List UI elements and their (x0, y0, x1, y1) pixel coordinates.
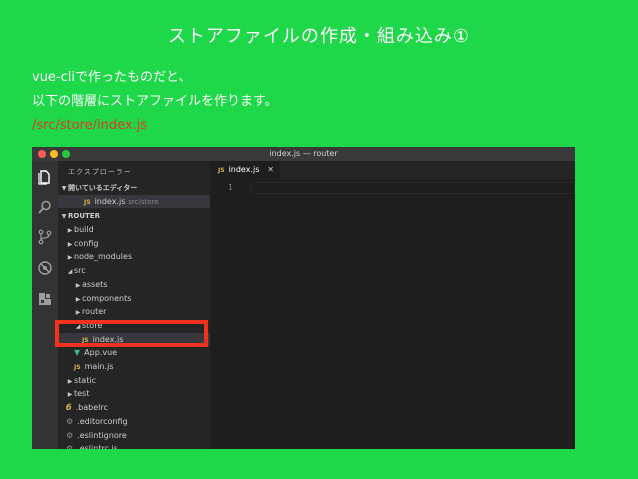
js-file-icon: JS (84, 199, 91, 206)
tree-item-app-vue[interactable]: ▼ App.vue (58, 346, 210, 359)
tree-item-label: static (74, 375, 96, 385)
search-icon[interactable] (37, 199, 53, 215)
tree-item-main-js[interactable]: JS main.js (58, 360, 210, 373)
tree-item-label: .eslintrc.js (77, 444, 118, 449)
tree-item-label: .babelrc (75, 403, 108, 413)
tab-label: index.js (228, 165, 260, 174)
tree-item-label: router (82, 307, 107, 317)
chevron-right-icon: ▶ (75, 309, 81, 317)
description-line-1: vue-cliで作ったものだと、 (32, 70, 192, 85)
tree-item-assets[interactable]: ▶ assets (58, 278, 210, 291)
vue-file-icon: ▼ (74, 348, 81, 358)
tree-item-babelrc[interactable]: б .babelrc (58, 401, 210, 414)
tree-item-label: build (74, 225, 94, 234)
gear-icon: ⚙ (66, 430, 74, 440)
tree-item-label: main.js (84, 362, 114, 371)
tree-item-router[interactable]: ▶ router (58, 305, 210, 318)
chevron-right-icon: ▶ (67, 227, 73, 234)
tree-item-test[interactable]: ▶ test (58, 387, 210, 400)
tree-item-label: assets (82, 279, 108, 289)
slide-description: vue-cliで作ったものだと、 以下の階層にストアファイルを作ります。 /sr… (32, 66, 278, 138)
tree-item-src[interactable]: ◢ src (58, 264, 210, 277)
tree-item-components[interactable]: ▶ components (58, 292, 210, 305)
tree-item-label: .eslintignore (77, 430, 127, 440)
activity-bar (32, 161, 58, 449)
tab-index-js[interactable]: JS index.js ✕ (210, 161, 280, 179)
window-title: index.js — router (269, 149, 338, 158)
tree-item-eslintignore[interactable]: ⚙ .eslintignore (58, 429, 210, 442)
vscode-window: index.js — router エクスプローラー ▼ 開いているエディター … (32, 147, 575, 449)
tab-strip: JS index.js ✕ (210, 161, 575, 179)
explorer-sidebar: エクスプローラー ▼ 開いているエディター JS index.js src/store… (58, 161, 210, 449)
open-editors-label: 開いているエディター (68, 184, 138, 192)
tree-item-label: config (74, 238, 99, 248)
title-bar: index.js — router (32, 147, 575, 161)
gear-icon: ⚙ (66, 444, 74, 449)
open-editors-section[interactable]: ▼ 開いているエディター (58, 181, 210, 194)
chevron-right-icon: ▶ (75, 295, 81, 303)
slide-title: ストアファイルの作成・組み込み① (167, 26, 471, 47)
line-number: 1 (228, 183, 234, 192)
chevron-right-icon: ▶ (67, 391, 73, 399)
js-file-icon: JS (218, 167, 225, 174)
tree-item-label: App.vue (84, 348, 118, 358)
gear-icon: ⚙ (66, 416, 74, 426)
chevron-right-icon: ▶ (67, 240, 73, 248)
tree-item-node-modules[interactable]: ▶ node_modules (58, 250, 210, 263)
files-icon[interactable] (37, 169, 53, 185)
chevron-right-icon: ▶ (67, 254, 73, 262)
chevron-down-icon: ▼ (61, 185, 67, 192)
chevron-right-icon: ▶ (67, 377, 73, 385)
store-path: /src/store/index.js (32, 118, 148, 133)
close-tab-icon[interactable]: ✕ (267, 161, 274, 179)
tree-item-config[interactable]: ▶ config (58, 237, 210, 250)
babel-file-icon: б (66, 403, 72, 413)
tree-item-label: node_modules (74, 252, 133, 262)
tree-item-label: .editorconfig (77, 416, 128, 426)
open-editor-path: src/store (128, 198, 159, 206)
tree-item-build[interactable]: ▶ build (58, 223, 210, 236)
description-line-2: 以下の階層にストアファイルを作ります。 (32, 94, 278, 109)
tree-item-static[interactable]: ▶ static (58, 374, 210, 387)
tree-item-label: test (74, 389, 90, 399)
chevron-right-icon: ▶ (75, 281, 81, 289)
project-label: ROUTER (68, 212, 100, 220)
highlight-box (55, 320, 208, 347)
source-control-icon[interactable] (37, 229, 53, 245)
tree-item-eslintrc-js[interactable]: ⚙ .eslintrc.js (58, 442, 210, 449)
explorer-header: エクスプローラー (68, 168, 132, 176)
tree-item-label: src (74, 266, 86, 276)
project-section[interactable]: ▼ ROUTER (58, 209, 210, 222)
editor-current-line[interactable] (250, 182, 575, 194)
chevron-down-icon: ◢ (67, 268, 73, 276)
open-editor-file: index.js (94, 197, 126, 206)
extensions-icon[interactable] (37, 291, 53, 307)
open-editor-item[interactable]: JS index.js src/store (58, 195, 210, 208)
tree-item-editorconfig[interactable]: ⚙ .editorconfig (58, 415, 210, 428)
chevron-down-icon: ▼ (61, 213, 67, 220)
tree-item-label: components (82, 293, 132, 303)
js-file-icon: JS (74, 364, 81, 371)
editor-area: JS index.js ✕ 1 (210, 161, 575, 449)
debug-icon[interactable] (37, 260, 53, 276)
